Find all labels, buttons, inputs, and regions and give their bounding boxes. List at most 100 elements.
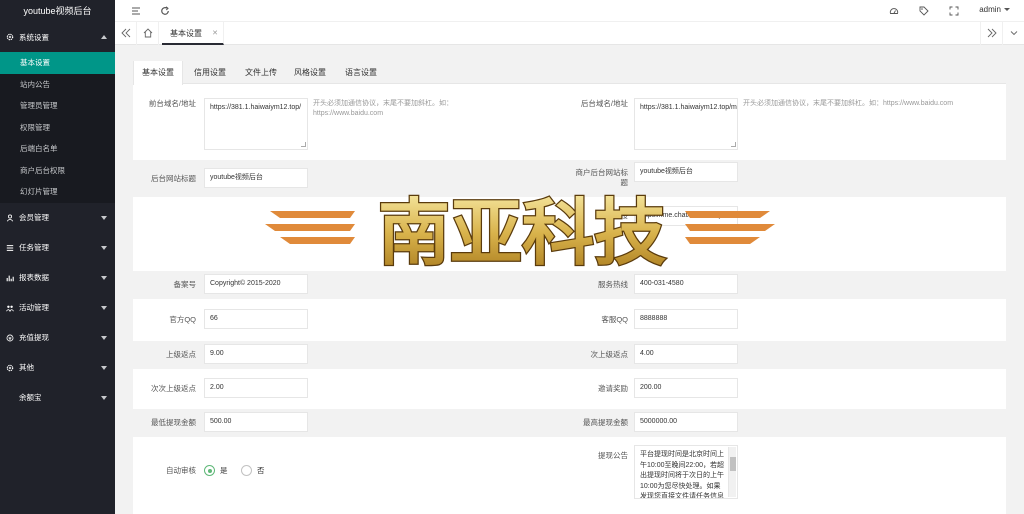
form-row: 备案号 Copyright© 2015-2020 服务热线 400-031-45… [133,271,1006,299]
textarea-scrollbar[interactable] [728,447,736,497]
form-row: 自动审核 是 否 提现公告 平台提现时间是北京时间上午10:00至晚间22:00… [133,441,1006,511]
settings-panel: 基本设置 信用设置 文件上传 风格设置 语言设置 前台域名/地址 https:/… [133,61,1006,514]
hotline-input[interactable]: 400-031-4580 [634,274,738,294]
nav-group-label: 任务管理 [19,243,49,252]
chevron-down-icon [101,305,107,310]
nav-group-recharge-withdraw[interactable]: 充值提现 [0,323,115,353]
sidebar: youtube视频后台 系统设置 基本设置 站内公告 管理员管理 权限管理 后端… [0,0,115,514]
tabs-scroll-left-button[interactable] [115,22,137,45]
front-domain-textarea[interactable]: https://381.1.haiwaiym12.top/ [204,98,308,150]
nav-group-member-management[interactable]: 会员管理 [0,203,115,233]
tabs-dropdown-button[interactable] [1002,22,1024,45]
nav-group-label: 活动管理 [19,303,49,312]
next-rebate-label: 次上级返点 [590,350,629,359]
form-row: 前台域名/地址 https://381.1.haiwaiym12.top/ 开头… [133,85,1006,151]
nav-group-label: 其他 [19,363,34,372]
chevron-up-icon [101,35,107,39]
admin-domain-hint: 开头必须加通信协议，末尾不要加斜杠。如：https://www.baidu.co… [743,100,954,107]
record-label: 备案号 [173,280,197,289]
invite-reward-input[interactable]: 200.00 [634,378,738,398]
qq-label: 官方QQ [169,315,196,324]
nav-group-yuebao[interactable]: 余额宝 [0,383,115,413]
double-chevron-right-icon [987,28,997,38]
page-tab-bar: 基本设置 ✕ [115,22,1024,45]
refresh-icon[interactable] [160,6,170,16]
tabs-scroll-right-button[interactable] [980,22,1002,45]
radio-checked[interactable] [204,465,215,476]
form-row: 官方QQ 66 客服QQ 8888888 [133,306,1006,334]
third-rebate-input[interactable]: 2.00 [204,378,308,398]
tab-basic-settings[interactable]: 基本设置 ✕ [162,22,224,45]
top-header: admin [115,0,1024,22]
withdraw-notice-textarea[interactable]: 平台提现时间是北京时间上午10:00至晚间22:00，若超出提现时间将于次日的上… [634,445,738,499]
site-title-input[interactable]: youtube视频后台 [204,168,308,188]
fullscreen-icon[interactable] [949,6,959,16]
chart-icon [6,275,14,281]
tab-style[interactable]: 风格设置 [286,61,334,84]
nav-group-other[interactable]: 其他 [0,353,115,383]
sidebar-item-admin-management[interactable]: 管理员管理 [0,95,115,117]
nav-group-label: 充值提现 [19,333,49,342]
sidebar-item-merchant-permissions[interactable]: 商户后台权限 [0,160,115,182]
caret-down-icon [1004,8,1010,12]
sidebar-item-slideshow-management[interactable]: 幻灯片管理 [0,181,115,203]
settings-icon [6,364,14,371]
nav-group-system-settings[interactable]: 系统设置 [0,22,115,52]
close-icon[interactable]: ✕ [212,22,218,45]
nav-group-label: 余额宝 [19,393,42,402]
tab-credit[interactable]: 信用设置 [186,61,234,84]
app-logo-title: youtube视频后台 [0,0,115,22]
qq-input[interactable]: 66 [204,309,308,329]
nav-group-report-data[interactable]: 报表数据 [0,263,115,293]
tab-language[interactable]: 语言设置 [335,61,387,84]
record-input[interactable]: Copyright© 2015-2020 [204,274,308,294]
merchant-title-input[interactable]: youtube视频后台 [634,162,738,182]
tab-file-upload[interactable]: 文件上传 [237,61,285,84]
home-tab-button[interactable] [137,22,159,45]
auto-audit-yes-option[interactable]: 是 [204,465,228,476]
radio-unchecked[interactable] [241,465,252,476]
min-withdraw-input[interactable]: 500.00 [204,412,308,432]
chevron-down-icon [101,275,107,280]
chevron-down-icon [101,245,107,250]
admin-domain-label: 后台域名/地址 [580,99,628,108]
form-row: https://ime.chat/#/0T2k2oysC6 客服链接 [133,203,1006,261]
sidebar-item-backend-whitelist[interactable]: 后端白名单 [0,138,115,160]
chevron-down-icon [101,365,107,370]
admin-domain-textarea[interactable]: https://381.1.haiwaiym12.top/manage/inde… [634,98,738,150]
next-rebate-input[interactable]: 4.00 [634,344,738,364]
service-qq-label: 客服QQ [601,315,628,324]
radio-yes-label: 是 [220,466,228,475]
min-withdraw-label: 最低提现金额 [151,418,196,427]
nav-group-task-management[interactable]: 任务管理 [0,233,115,263]
front-domain-label: 前台域名/地址 [148,99,196,108]
tab-basic[interactable]: 基本设置 [133,61,183,85]
invite-reward-label: 邀请奖励 [598,384,628,393]
max-withdraw-input[interactable]: 5000000.00 [634,412,738,432]
sidebar-item-basic-settings[interactable]: 基本设置 [0,52,115,74]
nav-group-label: 报表数据 [19,273,49,282]
upper-rebate-input[interactable]: 9.00 [204,344,308,364]
menu-toggle-icon[interactable] [131,6,141,16]
admin-username: admin [979,5,1001,14]
merchant-title-label: 商户后台网站标题 [575,168,629,187]
admin-user-menu[interactable]: admin [979,5,1010,14]
sidebar-item-site-notice[interactable]: 站内公告 [0,74,115,96]
list-icon [6,244,14,251]
auto-audit-no-option[interactable]: 否 [241,465,265,476]
chevron-down-icon [101,215,107,220]
tag-icon[interactable] [919,6,929,16]
site-title-label: 后台网站标题 [151,174,196,183]
auto-audit-label: 自动审核 [166,466,196,475]
service-qq-input[interactable]: 8888888 [634,309,738,329]
theme-icon[interactable] [889,6,899,16]
sidebar-item-permission-management[interactable]: 权限管理 [0,117,115,139]
nav-group-label: 系统设置 [19,32,49,42]
chevron-down-icon [101,335,107,340]
service-link-input[interactable]: https://ime.chat/#/0T2k2oysC6 [634,206,738,226]
gear-icon [6,33,14,41]
form-row: 次次上级返点 2.00 邀请奖励 200.00 [133,375,1006,403]
form-row: 后台网站标题 youtube视频后台 商户后台网站标题 youtube视频后台 [133,160,1006,197]
nav-group-activity-management[interactable]: 活动管理 [0,293,115,323]
user-icon [6,214,14,221]
